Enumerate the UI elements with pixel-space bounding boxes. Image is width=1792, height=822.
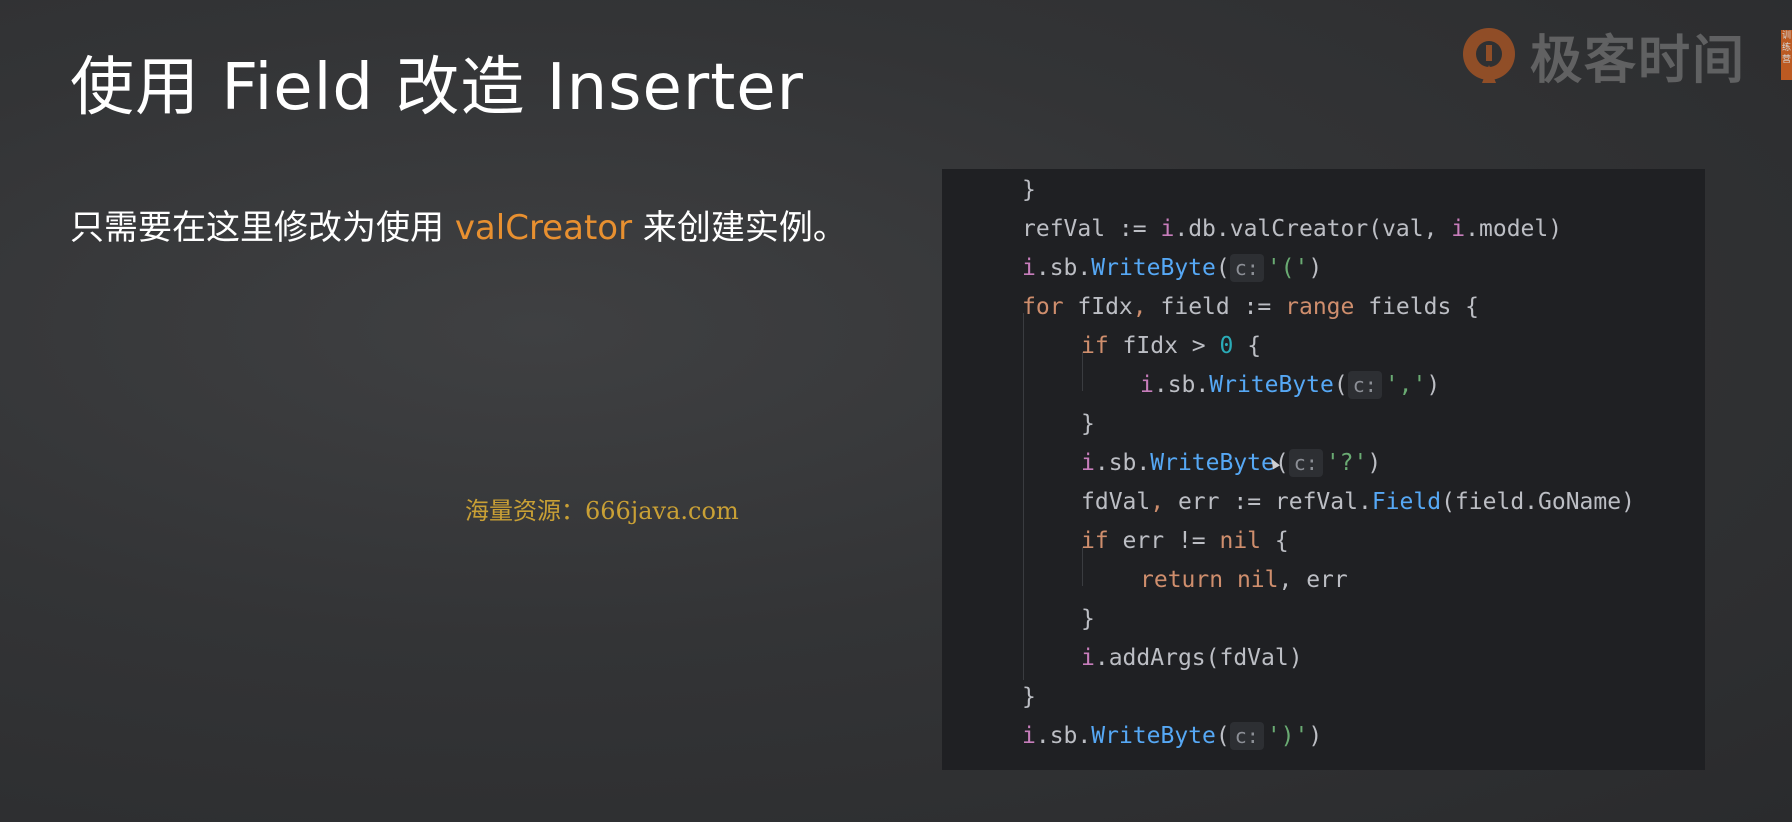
code-token: WriteByte <box>1091 255 1216 281</box>
code-token: i <box>1160 216 1175 242</box>
logo-badge: 训练营 <box>1781 30 1792 80</box>
code-token: if <box>1081 333 1109 359</box>
code-token: ) <box>1308 255 1323 281</box>
code-panel: } refVal := i.db.valCreator(val, i.model)… <box>942 169 1705 770</box>
code-token: , <box>1132 294 1147 320</box>
slide: { "slide": { "title": "使用 Field 改造 Inser… <box>0 0 1792 822</box>
code-line: i.sb.WriteByte(c: ')') <box>1022 717 1322 756</box>
code-token: if <box>1081 528 1109 554</box>
code-token: 0 <box>1219 333 1234 359</box>
code-token: .addArgs(fdVal) <box>1094 645 1303 671</box>
code-token: range <box>1285 294 1355 320</box>
code-token: , <box>1150 489 1165 515</box>
code-line: fdVal, err := refVal.Field(field.GoName) <box>1081 483 1635 522</box>
code-token: ')' <box>1266 723 1309 749</box>
geektime-logo: 极客时间 <box>1458 18 1746 93</box>
code-line: } <box>1022 678 1036 717</box>
code-line: if fIdx > 0 { <box>1081 327 1261 366</box>
code-line: } <box>1081 600 1095 639</box>
code-token: '?' <box>1325 450 1368 476</box>
code-token: ) <box>1426 372 1441 398</box>
code-token: fIdx > <box>1108 333 1220 359</box>
code-token: (field.GoName) <box>1441 489 1635 515</box>
code-token: i <box>1081 645 1095 671</box>
code-token: } <box>1081 411 1095 437</box>
code-token: fields { <box>1354 294 1480 320</box>
code-token: i <box>1140 372 1154 398</box>
parameter-hint: c: <box>1229 254 1264 282</box>
code-token: field := <box>1146 294 1286 320</box>
code-token: .db.valCreator(val, <box>1174 216 1452 242</box>
code-line: i.sb.WriteByte(c: '(') <box>1022 249 1322 288</box>
code-token: ( <box>1215 723 1230 749</box>
code-token: err := refVal. <box>1164 489 1372 515</box>
indent-guide <box>1023 313 1024 680</box>
code-line: } <box>1022 171 1036 210</box>
code-token: } <box>1022 177 1036 203</box>
code-token: ( <box>1215 255 1230 281</box>
code-line: i.sb.WriteByte(c: '?') <box>1081 444 1381 483</box>
watermark-text: 海量资源：666java.com <box>465 497 739 525</box>
parameter-hint: c: <box>1288 449 1323 477</box>
code-token: fIdx <box>1063 294 1133 320</box>
code-token: { <box>1233 333 1262 359</box>
code-token: ) <box>1308 723 1323 749</box>
code-token: fdVal <box>1081 489 1151 515</box>
code-line: for fIdx, field := range fields { <box>1022 288 1479 327</box>
code-token: , err <box>1278 567 1348 593</box>
code-token: { <box>1261 528 1289 554</box>
code-token: ) <box>1367 450 1382 476</box>
code-line: refVal := i.db.valCreator(val, i.model) <box>1022 210 1562 249</box>
code-token: ',' <box>1384 372 1427 398</box>
description-prefix: 只需要在这里修改为使用 <box>70 208 455 248</box>
code-line: i.sb.WriteByte(c: ',') <box>1140 366 1440 405</box>
code-token: i <box>1022 723 1036 749</box>
code-token: WriteByte <box>1091 723 1216 749</box>
code-line: i.addArgs(fdVal) <box>1081 639 1303 678</box>
code-token: err != <box>1108 528 1220 554</box>
code-token: } <box>1081 606 1095 632</box>
code-token: WriteByte <box>1150 450 1275 476</box>
description-suffix: 来创建实例。 <box>632 208 847 248</box>
code-token: nil <box>1236 567 1279 593</box>
code-line: if err != nil { <box>1081 522 1289 561</box>
code-token: .sb. <box>1035 723 1092 749</box>
code-token: i <box>1451 216 1466 242</box>
code-token: return <box>1140 567 1224 593</box>
page-title: 使用 Field 改造 Inserter <box>70 51 804 125</box>
geektime-logo-icon <box>1463 27 1515 83</box>
logo-text: 极客时间 <box>1530 31 1747 91</box>
code-token: ( <box>1333 372 1348 398</box>
parameter-hint: c: <box>1229 722 1264 750</box>
code-token: refVal := <box>1022 216 1161 242</box>
code-token: .sb. <box>1094 450 1151 476</box>
code-token: for <box>1022 294 1064 320</box>
code-token: .sb. <box>1153 372 1210 398</box>
code-token: .sb. <box>1035 255 1092 281</box>
code-line: return nil, err <box>1140 561 1348 600</box>
code-token: nil <box>1219 528 1262 554</box>
parameter-hint: c: <box>1347 371 1382 399</box>
code-token: '(' <box>1266 255 1309 281</box>
code-line: } <box>1081 405 1095 444</box>
code-token: Field <box>1371 489 1442 515</box>
slide-description: 只需要在这里修改为使用 valCreator 来创建实例。 <box>70 200 847 249</box>
code-token: WriteByte <box>1209 372 1334 398</box>
description-highlight: valCreator <box>454 208 633 248</box>
code-token: .model) <box>1465 216 1563 242</box>
code-token: i <box>1022 255 1036 281</box>
code-token: i <box>1081 450 1095 476</box>
code-token: } <box>1022 684 1036 710</box>
